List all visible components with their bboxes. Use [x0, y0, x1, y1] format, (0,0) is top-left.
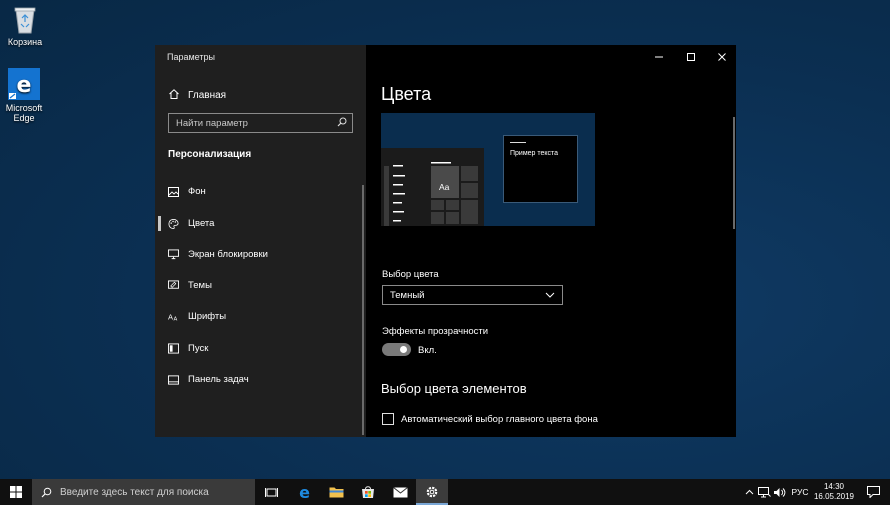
taskbar-search-placeholder: Введите здесь текст для поиска [60, 486, 209, 498]
file-explorer-icon [329, 487, 343, 498]
taskbar-search-box[interactable]: Введите здесь текст для поиска [32, 479, 255, 505]
sidebar-item-label: Панель задач [188, 374, 249, 385]
file-explorer-button[interactable] [320, 479, 352, 505]
speaker-icon [774, 487, 786, 497]
sidebar-item-label: Фон [188, 186, 206, 197]
close-button[interactable] [715, 51, 729, 63]
store-button[interactable] [352, 479, 384, 505]
window-title: Параметры [167, 52, 215, 62]
settings-search-input[interactable]: Найти параметр [168, 113, 353, 133]
edge-label: Microsoft Edge [5, 103, 43, 123]
color-choice-value: Темный [390, 289, 425, 301]
sidebar-item-colors[interactable]: Цвета [168, 218, 214, 229]
preview-window: Пример текста [503, 135, 578, 203]
volume-tray-button[interactable] [772, 479, 787, 505]
mail-icon [392, 486, 408, 497]
svg-text:e: e [299, 485, 310, 500]
sidebar-scrollbar[interactable] [362, 185, 364, 435]
color-choice-dropdown[interactable]: Темный [382, 285, 563, 305]
language-indicator[interactable]: РУС [788, 479, 812, 505]
edge-icon: e [8, 68, 40, 100]
preview-sample-text: Пример текста [510, 150, 559, 157]
sidebar-item-lock-screen[interactable]: Экран блокировки [168, 249, 268, 260]
transparency-state: Вкл. [418, 345, 437, 356]
preview-start-menu: Aa [381, 148, 484, 228]
notification-icon [866, 486, 880, 498]
network-icon [758, 486, 771, 497]
search-icon [41, 487, 52, 497]
sidebar-item-themes[interactable]: Темы [168, 280, 212, 291]
chevron-down-icon [545, 292, 555, 298]
home-link[interactable]: Главная [168, 88, 226, 103]
settings-taskbar-button[interactable] [416, 479, 448, 505]
home-label: Главная [188, 90, 227, 101]
start-button[interactable] [0, 479, 32, 505]
clock-time: 14:30 [823, 482, 845, 491]
transparency-toggle[interactable] [382, 343, 411, 356]
color-preview: Aa Пример текста [381, 113, 595, 228]
accent-heading: Выбор цвета элементов [381, 381, 527, 396]
action-center-button[interactable] [862, 479, 884, 505]
mail-button[interactable] [384, 479, 416, 505]
brush-icon [168, 280, 179, 291]
home-icon [168, 88, 180, 103]
sidebar-item-background[interactable]: Фон [168, 186, 206, 197]
close-icon [718, 53, 726, 61]
svg-text:e: e [17, 73, 32, 98]
sidebar-item-label: Цвета [188, 218, 215, 229]
task-view-button[interactable] [255, 479, 287, 505]
section-title: Персонализация [168, 149, 252, 160]
checkbox-box[interactable] [382, 413, 394, 425]
settings-icon [426, 486, 438, 498]
sidebar-item-fonts[interactable]: AA Шрифты [168, 311, 226, 322]
taskbar: Введите здесь текст для поиска e РУС 14:… [0, 479, 890, 505]
maximize-button[interactable] [684, 51, 698, 63]
task-view-icon [264, 487, 278, 497]
svg-text:A: A [168, 313, 173, 322]
show-hidden-icons-button[interactable] [742, 479, 756, 505]
recycle-bin-icon [12, 4, 38, 34]
clock-date: 16.05.2019 [813, 492, 855, 501]
palette-icon [168, 218, 179, 229]
recycle-bin-desktop-icon[interactable]: Корзина [0, 4, 55, 47]
content-scrollbar[interactable] [733, 117, 735, 229]
auto-accent-checkbox[interactable]: Автоматический выбор главного цвета фона [382, 413, 598, 425]
maximize-icon [687, 53, 695, 61]
network-tray-button[interactable] [757, 479, 772, 505]
page-title: Цвета [381, 84, 432, 104]
monitor-icon [168, 249, 179, 260]
settings-content: Цвета Aa Пример текста Выбор цвета Темны… [366, 45, 736, 437]
sidebar-item-label: Экран блокировки [188, 249, 268, 260]
sidebar-item-label: Пуск [188, 343, 209, 354]
color-choice-label: Выбор цвета [382, 269, 439, 280]
selection-indicator [158, 216, 161, 231]
font-icon: AA [168, 311, 179, 322]
auto-accent-label: Автоматический выбор главного цвета фона [401, 413, 598, 425]
edge-desktop-icon[interactable]: e Microsoft Edge [0, 68, 54, 123]
settings-window: Параметры Главная Найти параметр Персона… [155, 45, 736, 437]
sidebar-item-label: Темы [188, 280, 212, 291]
svg-text:A: A [174, 317, 178, 322]
preview-tile-text: Aa [439, 182, 450, 192]
search-placeholder: Найти параметр [176, 117, 248, 129]
recycle-bin-label: Корзина [7, 37, 43, 47]
windows-logo-icon [10, 486, 22, 498]
chevron-up-icon [745, 489, 753, 495]
minimize-button[interactable] [652, 51, 666, 63]
toggle-knob [400, 346, 407, 353]
sidebar-item-taskbar[interactable]: Панель задач [168, 374, 249, 385]
taskbar-icon [168, 374, 179, 385]
taskbar-clock[interactable]: 14:30 16.05.2019 [812, 482, 856, 502]
taskbar-edge-button[interactable]: e [288, 479, 320, 505]
settings-sidebar: Параметры Главная Найти параметр Персона… [155, 45, 366, 437]
store-icon [362, 486, 374, 498]
start-icon [168, 343, 179, 354]
sidebar-item-start[interactable]: Пуск [168, 343, 208, 354]
picture-icon [168, 186, 179, 197]
edge-icon: e [299, 485, 310, 500]
sidebar-item-label: Шрифты [188, 311, 227, 322]
minimize-icon [655, 56, 663, 58]
search-icon [337, 117, 347, 130]
transparency-label: Эффекты прозрачности [382, 326, 489, 337]
